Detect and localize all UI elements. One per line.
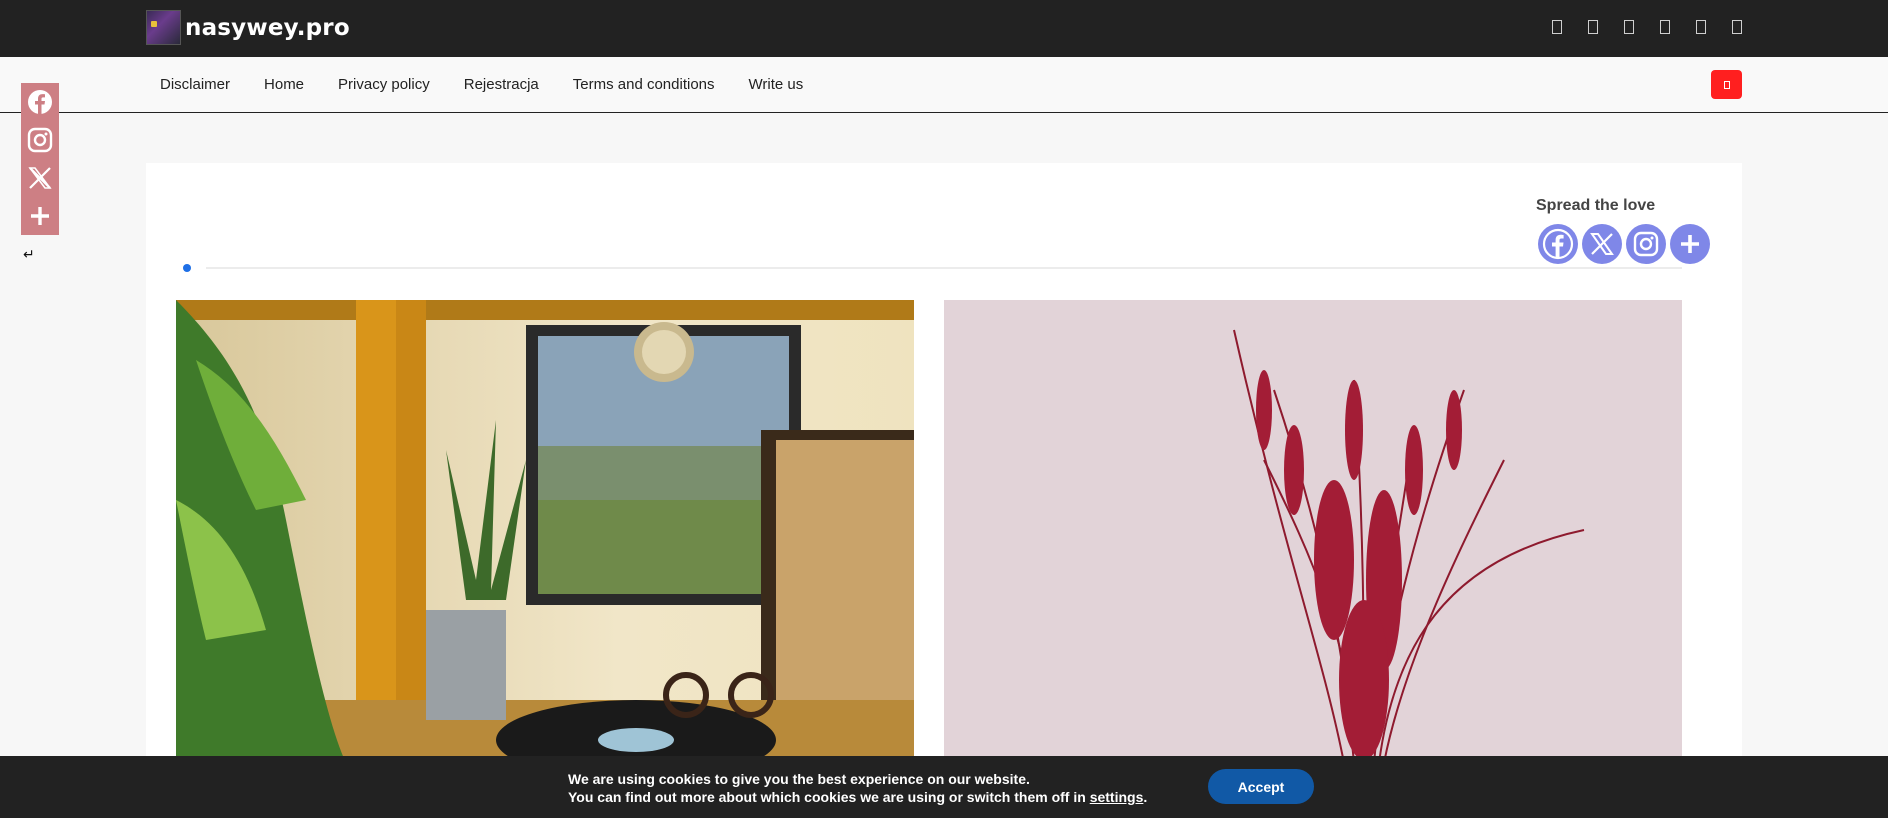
post-thumbnail-right[interactable] <box>944 300 1682 763</box>
share-title: Spread the love <box>1536 197 1656 214</box>
logo-image <box>146 10 181 45</box>
share-more-button[interactable] <box>1670 224 1710 264</box>
nav-item-write-us[interactable]: Write us <box>749 76 804 93</box>
x-icon <box>28 167 52 189</box>
floating-x-button[interactable] <box>21 159 59 197</box>
share-buttons <box>1538 224 1710 264</box>
floating-share-bar <box>21 83 59 235</box>
post-thumbnail-left[interactable] <box>176 300 914 763</box>
cookie-settings-link[interactable]: settings <box>1090 789 1144 805</box>
social-icon-5[interactable] <box>1696 20 1706 34</box>
search-icon <box>1723 80 1730 89</box>
social-icon-2[interactable] <box>1588 20 1598 34</box>
instagram-icon <box>27 127 53 153</box>
main-nav: Disclaimer Home Privacy policy Rejestrac… <box>0 56 1888 113</box>
nav-item-disclaimer[interactable]: Disclaimer <box>160 76 230 93</box>
nav-item-home[interactable]: Home <box>264 76 304 93</box>
floating-instagram-button[interactable] <box>21 121 59 159</box>
x-icon <box>1590 233 1614 255</box>
social-icon-1[interactable] <box>1552 20 1562 34</box>
collapse-share-button[interactable]: ↵ <box>23 246 35 263</box>
nav-item-privacy-policy[interactable]: Privacy policy <box>338 76 430 93</box>
share-facebook-button[interactable] <box>1538 224 1578 264</box>
cookie-message: We are using cookies to give you the bes… <box>568 770 1147 806</box>
dried-grass-photo <box>944 300 1682 763</box>
cookie-line-2-suffix: . <box>1143 789 1148 805</box>
share-instagram-button[interactable] <box>1626 224 1666 264</box>
nav-menu: Disclaimer Home Privacy policy Rejestrac… <box>160 57 837 112</box>
plus-icon <box>1681 235 1699 253</box>
cookie-line-1: We are using cookies to give you the bes… <box>568 771 1030 787</box>
search-button[interactable] <box>1711 70 1742 99</box>
facebook-icon <box>28 90 52 114</box>
plants-vinyl-photo <box>176 300 914 763</box>
plus-icon <box>31 207 49 225</box>
header-social-icons <box>1552 20 1742 34</box>
site-header: nasywey.pro <box>0 0 1888 56</box>
facebook-icon <box>1542 228 1574 260</box>
cookie-consent-bar: We are using cookies to give you the bes… <box>0 756 1888 818</box>
instagram-icon <box>1633 231 1659 257</box>
social-icon-6[interactable] <box>1732 20 1742 34</box>
nav-item-rejestracja[interactable]: Rejestracja <box>464 76 539 93</box>
floating-facebook-button[interactable] <box>21 83 59 121</box>
nav-item-terms[interactable]: Terms and conditions <box>573 76 715 93</box>
reading-progress-line <box>206 267 1682 269</box>
social-icon-3[interactable] <box>1624 20 1634 34</box>
main-content: Spread the love <box>146 163 1742 763</box>
share-x-button[interactable] <box>1582 224 1622 264</box>
site-logo[interactable]: nasywey.pro <box>146 10 350 45</box>
accept-cookies-button[interactable]: Accept <box>1208 769 1314 804</box>
cookie-line-2: You can find out more about which cookie… <box>568 788 1147 806</box>
cookie-line-2-text: You can find out more about which cookie… <box>568 789 1090 805</box>
floating-more-button[interactable] <box>21 197 59 235</box>
site-title[interactable]: nasywey.pro <box>185 15 350 41</box>
slider-indicator-dot[interactable] <box>183 264 191 272</box>
social-icon-4[interactable] <box>1660 20 1670 34</box>
